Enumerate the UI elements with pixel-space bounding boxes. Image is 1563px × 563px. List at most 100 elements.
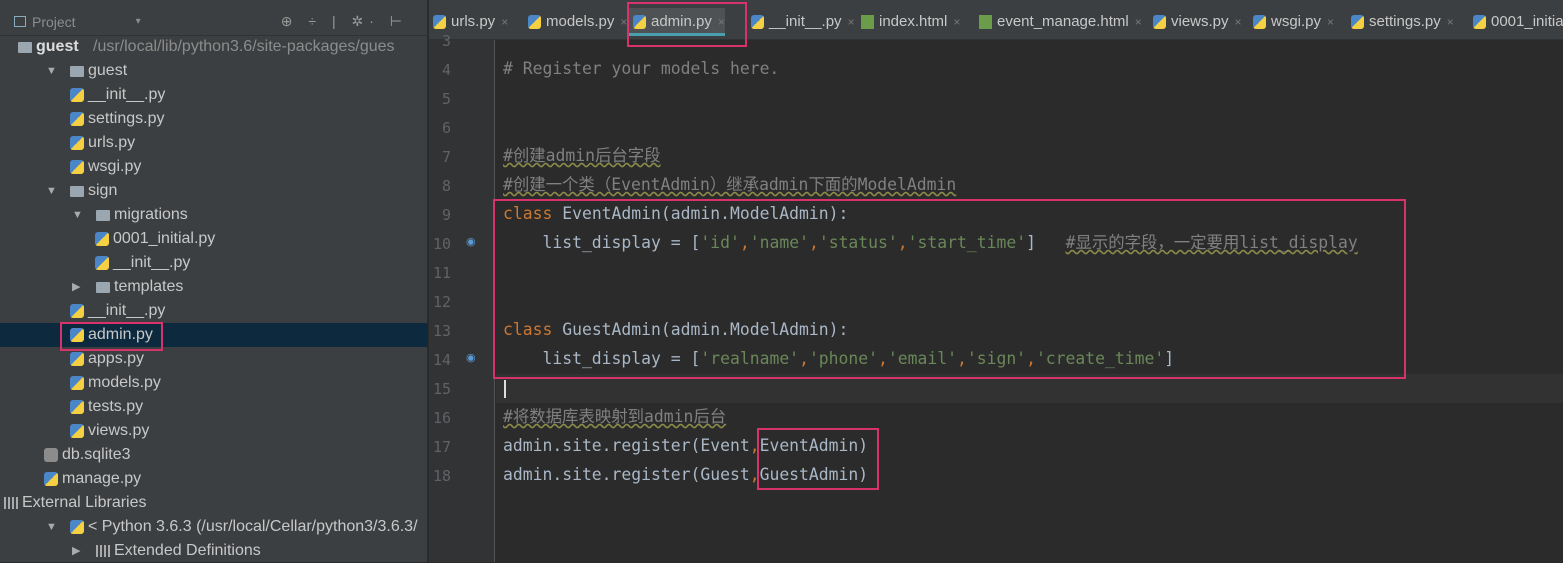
line-number: 18 xyxy=(432,467,451,485)
expand-arrow-icon[interactable]: ▼ xyxy=(46,59,57,83)
tab--init-py[interactable]: __init__.py × xyxy=(747,8,855,36)
tree-item-label: < Python 3.6.3 (/usr/local/Cellar/python… xyxy=(88,518,418,535)
code-token: , xyxy=(749,465,760,484)
tree-item-label: templates xyxy=(114,278,184,295)
close-icon[interactable]: × xyxy=(1235,15,1242,29)
tree-item-label: sign xyxy=(88,182,118,199)
code-token: 'email' xyxy=(887,349,957,368)
tab-label: event_manage.html xyxy=(997,13,1129,30)
line-number: 4 xyxy=(441,61,451,79)
python-file-icon xyxy=(95,232,109,246)
panel-toolbar-icons[interactable]: ⊕ ÷ | ✲· ⊢ xyxy=(281,13,408,30)
project-panel: Project ▾ ⊕ ÷ | ✲· ⊢ guest/usr/local/lib… xyxy=(0,0,428,562)
tree-item[interactable]: settings.py xyxy=(0,107,428,131)
override-method-icon[interactable]: ◉ xyxy=(466,351,476,364)
tab-index-html[interactable]: index.html × xyxy=(857,8,960,36)
close-icon[interactable]: × xyxy=(501,15,508,29)
code-line: list_display = ['realname','phone','emai… xyxy=(503,344,1174,373)
tree-item-label: urls.py xyxy=(88,134,136,151)
code-token: #将数据库表映射到admin后台 xyxy=(503,407,727,426)
close-icon[interactable]: × xyxy=(953,15,960,29)
close-icon[interactable]: × xyxy=(1135,15,1142,29)
folder-icon xyxy=(70,66,84,77)
python-file-icon xyxy=(70,424,84,438)
code-line: #将数据库表映射到admin后台 xyxy=(503,402,726,431)
project-view-icon xyxy=(14,16,26,27)
tree-item[interactable]: ▼ sign xyxy=(0,179,428,203)
python-file-icon xyxy=(751,15,764,29)
tree-item[interactable]: views.py xyxy=(0,419,428,443)
tree-item[interactable]: tests.py xyxy=(0,395,428,419)
tab-models-py[interactable]: models.py × xyxy=(524,8,627,36)
tab-wsgi-py[interactable]: wsgi.py × xyxy=(1249,8,1334,36)
tab-views-py[interactable]: views.py × xyxy=(1149,8,1242,36)
python-file-icon xyxy=(1473,15,1486,29)
code-token: 'id' xyxy=(700,233,740,252)
tree-item-label: External Libraries xyxy=(22,494,147,511)
project-panel-header: Project ▾ ⊕ ÷ | ✲· ⊢ xyxy=(0,8,428,36)
line-number: 6 xyxy=(441,119,451,137)
expand-arrow-icon[interactable]: ▼ xyxy=(72,203,83,227)
tree-item[interactable]: External Libraries xyxy=(0,491,428,515)
tree-item[interactable]: urls.py xyxy=(0,131,428,155)
tab-settings-py[interactable]: settings.py × xyxy=(1347,8,1454,36)
tab-label: settings.py xyxy=(1369,13,1441,30)
chevron-down-icon[interactable]: ▾ xyxy=(136,16,141,27)
tree-item-label: __init__.py xyxy=(113,254,191,271)
line-number: 8 xyxy=(441,177,451,195)
tree-item[interactable]: ▶ templates xyxy=(0,275,428,299)
expand-arrow-icon[interactable]: ▼ xyxy=(46,179,57,203)
code-token: class xyxy=(503,320,553,339)
tree-item[interactable]: guest/usr/local/lib/python3.6/site-packa… xyxy=(0,35,428,59)
code-token: 'status' xyxy=(818,233,898,252)
python-file-icon xyxy=(95,256,109,270)
tree-item-label: settings.py xyxy=(88,110,165,127)
project-view-selector[interactable]: Project xyxy=(32,14,76,30)
text-caret xyxy=(504,380,506,398)
close-icon[interactable]: × xyxy=(1327,15,1334,29)
tree-item-label: wsgi.py xyxy=(88,158,142,175)
tree-item[interactable]: __init__.py xyxy=(0,251,428,275)
tree-item[interactable]: 0001_initial.py xyxy=(0,227,428,251)
collapse-arrow-icon[interactable]: ▶ xyxy=(72,275,80,299)
tab-label: wsgi.py xyxy=(1271,13,1322,30)
html-file-icon xyxy=(861,15,874,29)
expand-arrow-icon[interactable]: ▼ xyxy=(46,515,57,539)
code-token: 'sign' xyxy=(966,349,1027,368)
folder-icon xyxy=(96,282,110,293)
tree-item-label: __init__.py xyxy=(88,86,166,103)
code-token: class xyxy=(503,204,553,223)
close-icon[interactable]: × xyxy=(848,15,855,29)
tree-item[interactable]: wsgi.py xyxy=(0,155,428,179)
override-method-icon[interactable]: ◉ xyxy=(466,235,476,248)
python-file-icon xyxy=(70,112,84,126)
code-token: #显示的字段，一定要用list_display xyxy=(1065,233,1358,252)
python-file-icon xyxy=(70,400,84,414)
tree-item[interactable]: ▼ guest xyxy=(0,59,428,83)
code-token: EventAdmin) xyxy=(759,436,869,455)
tree-item[interactable]: ▼ migrations xyxy=(0,203,428,227)
python-file-icon xyxy=(44,472,58,486)
tab-0001-initia[interactable]: 0001_initia xyxy=(1469,8,1563,36)
tree-item-label: guest xyxy=(36,38,79,55)
close-icon[interactable]: × xyxy=(1447,15,1454,29)
tab-event-manage-html[interactable]: event_manage.html × xyxy=(975,8,1142,36)
collapse-arrow-icon[interactable]: ▶ xyxy=(72,539,80,563)
tree-item[interactable]: manage.py xyxy=(0,467,428,491)
code-line: admin.site.register(Event,EventAdmin) xyxy=(503,431,868,460)
tree-item[interactable]: ▶ Extended Definitions xyxy=(0,539,428,563)
tree-item-label: models.py xyxy=(88,374,161,391)
tree-item[interactable]: __init__.py xyxy=(0,83,428,107)
code-token: EventAdmin(admin.ModelAdmin): xyxy=(552,204,849,223)
tree-item[interactable]: db.sqlite3 xyxy=(0,443,428,467)
python-file-icon xyxy=(1153,15,1166,29)
tree-item-label: manage.py xyxy=(62,470,142,487)
tree-item[interactable]: __init__.py xyxy=(0,299,428,323)
tree-item[interactable]: models.py xyxy=(0,371,428,395)
tree-item[interactable]: ▼ < Python 3.6.3 (/usr/local/Cellar/pytho… xyxy=(0,515,428,539)
line-number: 14 xyxy=(432,351,451,369)
line-number: 3 xyxy=(441,32,451,50)
python-file-icon xyxy=(70,136,84,150)
code-token: , xyxy=(799,349,809,368)
tree-item-label: db.sqlite3 xyxy=(62,446,131,463)
